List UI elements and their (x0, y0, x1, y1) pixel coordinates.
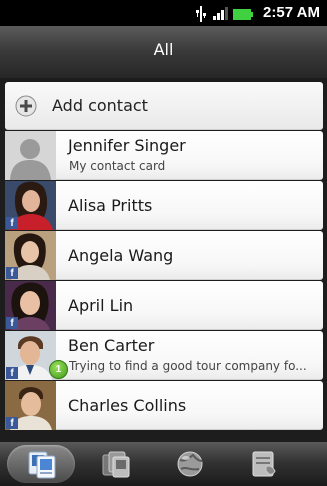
contact-name: April Lin (68, 296, 134, 315)
title-bar: All (0, 26, 327, 79)
tab-online-directory[interactable] (155, 445, 223, 483)
tab-groups[interactable] (81, 445, 149, 483)
contact-name: Charles Collins (68, 396, 187, 415)
contact-name: Alisa Pritts (68, 196, 153, 215)
avatar: f (5, 381, 56, 430)
facebook-icon: f (6, 417, 18, 429)
facebook-icon: f (6, 367, 18, 379)
facebook-icon: f (6, 267, 18, 279)
online-directory-icon (177, 451, 203, 477)
add-contact-label: Add contact (52, 96, 148, 115)
contact-row-my-card[interactable]: Jennifer Singer My contact card (5, 131, 323, 180)
status-time: 2:57 AM (263, 4, 320, 21)
avatar: f (5, 331, 56, 380)
contact-row[interactable]: f Angela Wang (5, 231, 323, 280)
facebook-icon: f (6, 217, 18, 229)
contact-subtitle: My contact card (69, 159, 166, 173)
avatar: f (5, 181, 56, 230)
contact-name: Ben Carter (68, 336, 155, 355)
contacts-screen: 2:57 AM All Add contact Jennifer Singer … (0, 0, 327, 486)
tab-call-history[interactable] (229, 445, 297, 483)
contact-row[interactable]: f April Lin (5, 281, 323, 330)
avatar-placeholder (5, 131, 56, 180)
contact-status-message: Trying to find a good tour company fo... (69, 359, 307, 373)
facebook-icon: f (6, 317, 18, 329)
groups-icon (102, 451, 130, 478)
people-icon (28, 451, 56, 479)
status-bar: 2:57 AM (0, 0, 327, 26)
contact-list[interactable]: Add contact Jennifer Singer My contact c… (0, 78, 327, 442)
status-update-badge: 1 (49, 360, 68, 379)
page-title: All (153, 40, 174, 59)
contact-name: Angela Wang (68, 246, 174, 265)
battery-icon (233, 9, 253, 20)
signal-icon (213, 7, 228, 20)
contact-row[interactable]: f Charles Collins (5, 381, 323, 430)
contact-row[interactable]: f Alisa Pritts (5, 181, 323, 230)
tab-bar (0, 442, 327, 486)
avatar: f (5, 281, 56, 330)
contact-row[interactable]: f 1 Ben Carter Trying to find a good tou… (5, 331, 323, 380)
tab-people[interactable] (7, 445, 75, 483)
add-contact-button[interactable]: Add contact (5, 82, 323, 130)
contact-name: Jennifer Singer (68, 136, 186, 155)
plus-icon (15, 95, 37, 117)
call-history-icon (252, 451, 276, 477)
avatar: f (5, 231, 56, 280)
usb-icon (196, 6, 206, 22)
